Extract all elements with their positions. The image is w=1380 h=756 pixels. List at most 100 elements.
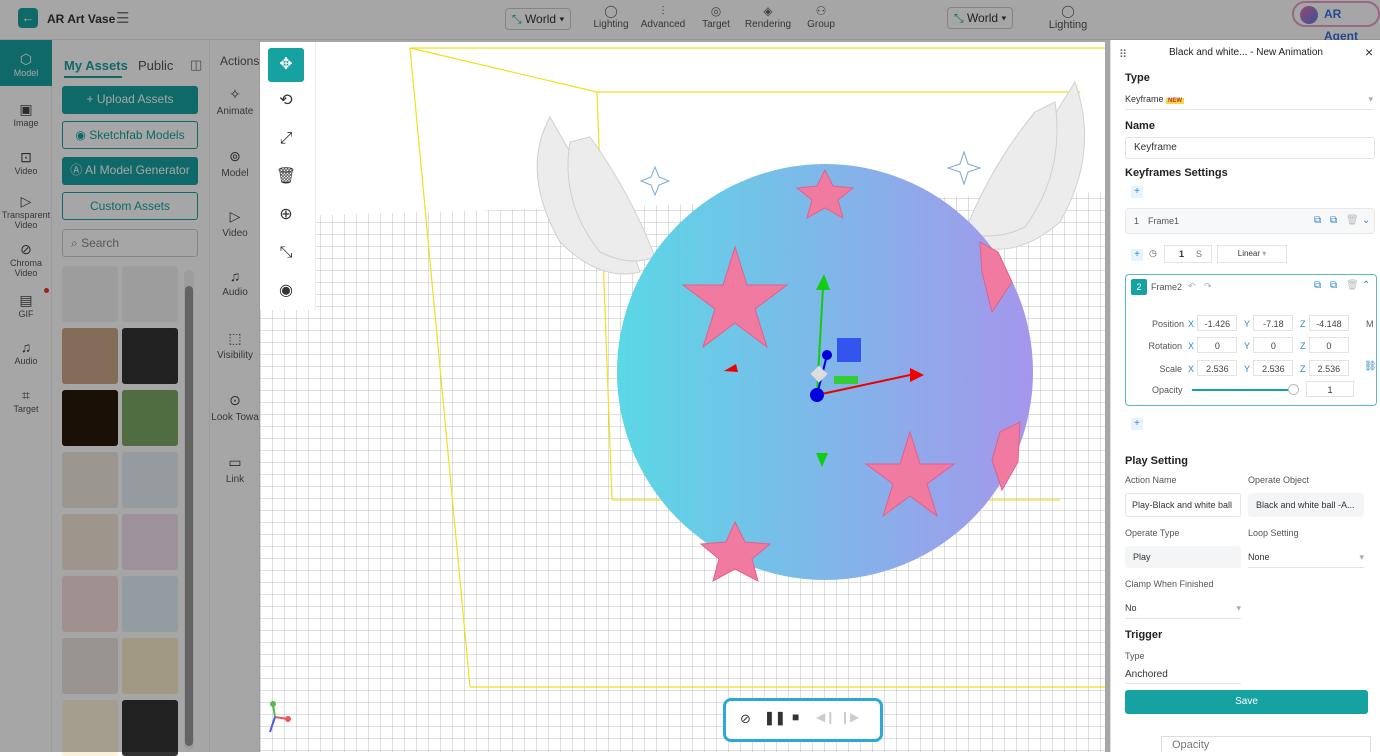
easing-select[interactable]: Linear ▾	[1217, 245, 1287, 263]
asset-thumb-cookie[interactable]	[62, 514, 118, 570]
trash-icon[interactable]: 🗑	[1346, 280, 1359, 291]
back-arrow-icon[interactable]: ←	[18, 8, 38, 28]
assets-scroll-thumb[interactable]	[185, 286, 193, 746]
custom-assets-button[interactable]: Custom Assets	[62, 192, 198, 220]
operate-object-field[interactable]: Black and white ball -A...	[1248, 493, 1364, 517]
save-button[interactable]: Save	[1125, 690, 1368, 714]
trigger-type-select[interactable]: Anchored	[1125, 666, 1241, 684]
asset-thumb-banana[interactable]	[62, 700, 118, 756]
opacity-slider[interactable]	[1192, 389, 1294, 391]
asset-thumb[interactable]	[62, 266, 118, 322]
asset-thumb-face[interactable]	[62, 328, 118, 384]
scale-tool-icon[interactable]: ⤢	[268, 122, 304, 156]
add-frame-icon[interactable]: +	[1131, 249, 1143, 261]
copy-icon[interactable]: ⧉	[1314, 280, 1321, 291]
opacity-slider-thumb[interactable]	[1288, 384, 1299, 395]
world-dropdown[interactable]: ⤡ World ▾	[505, 8, 572, 30]
toolbar-target[interactable]: ◎ Target	[692, 4, 740, 30]
loop-off-icon[interactable]: ⊘	[740, 711, 751, 727]
position-x[interactable]: X -1.426	[1188, 315, 1238, 331]
add-keyframe-icon[interactable]: +	[1131, 186, 1143, 198]
add-frame-icon[interactable]: +	[1131, 418, 1143, 430]
rail-image[interactable]: ▣ Image	[0, 101, 52, 129]
3d-viewport[interactable]	[260, 42, 1105, 752]
stop-icon[interactable]: ■	[792, 710, 799, 724]
action-link[interactable]: ▭ Link	[210, 454, 260, 485]
step-forward-icon[interactable]: ❙▶	[840, 710, 859, 724]
frame1-row[interactable]: 1 Frame1 ⧉ ⧉ 🗑 ⌄	[1125, 208, 1375, 234]
tab-public[interactable]: Public	[138, 58, 173, 73]
action-audio[interactable]: ♫ Audio	[210, 268, 260, 298]
step-back-icon[interactable]: ◀❙	[816, 710, 835, 724]
sketchfab-button[interactable]: ◉ Sketchfab Models	[62, 121, 198, 149]
rail-gif[interactable]: ▤ GIF	[0, 292, 52, 320]
trash-icon[interactable]: 🗑	[1346, 215, 1359, 226]
asset-thumb-ghost[interactable]	[122, 328, 178, 384]
ai-generator-button[interactable]: Ⓐ AI Model Generator	[62, 157, 198, 185]
toolbar-advanced[interactable]: ⫶ Advanced	[639, 4, 687, 30]
eye-icon[interactable]: ◉	[268, 274, 304, 308]
scale-y[interactable]: Y 2.536	[1244, 360, 1294, 376]
loop-select[interactable]: None ▾	[1248, 546, 1364, 568]
opacity-input[interactable]: 1	[1306, 381, 1354, 397]
asset-thumb-bottle[interactable]	[122, 576, 178, 632]
asset-thumb-steam[interactable]	[62, 638, 118, 694]
asset-thumb-strawberry[interactable]	[62, 576, 118, 632]
world-dropdown-2[interactable]: ⤡ World ▾	[947, 7, 1014, 29]
position-y[interactable]: Y -7.18	[1244, 315, 1294, 331]
rail-target[interactable]: ⌗ Target	[0, 387, 52, 415]
asset-thumb-lollipop[interactable]	[122, 700, 178, 756]
tab-my-assets[interactable]: My Assets	[64, 58, 128, 73]
upload-assets-button[interactable]: + Upload Assets	[62, 86, 198, 114]
rotation-y[interactable]: Y 0	[1244, 337, 1294, 353]
toolbar-rendering[interactable]: ◈ Rendering	[744, 4, 792, 30]
rail-video[interactable]: ⊡ Video	[0, 149, 52, 177]
asset-thumb-candy[interactable]	[122, 390, 178, 446]
frame2-card[interactable]: 2 Frame2 ↶ ↷ ⧉ ⧉ 🗑 ⌃ Position X -1.426 Y…	[1125, 274, 1377, 406]
toolbar-lighting[interactable]: ◯ Lighting	[587, 4, 635, 30]
clamp-select[interactable]: No ▾	[1125, 597, 1241, 619]
toolbar-lighting-2[interactable]: ◯ Lighting	[1044, 4, 1092, 31]
drag-handle-icon[interactable]: ⠿	[1119, 48, 1127, 61]
duration-input[interactable]: 1S	[1164, 245, 1212, 263]
rotation-x[interactable]: X 0	[1188, 337, 1238, 353]
fit-view-icon[interactable]: ⤡	[268, 236, 304, 270]
type-select[interactable]: Keyframe NEW ▾	[1125, 90, 1373, 110]
rotate-tool-icon[interactable]: ⟲	[268, 84, 304, 118]
search-input[interactable]: ⌕ Search	[62, 229, 198, 257]
copy-icon[interactable]: ⧉	[1314, 215, 1321, 226]
rail-transparent-video[interactable]: ▷ Transparent Video	[0, 193, 52, 231]
asset-thumb-poop[interactable]	[62, 452, 118, 508]
asset-thumb-ring[interactable]	[122, 638, 178, 694]
collapse-icon[interactable]: ◫	[190, 57, 202, 73]
action-video[interactable]: ▷ Video	[210, 208, 260, 239]
close-icon[interactable]: ×	[1365, 44, 1373, 60]
menu-icon[interactable]: ☰	[116, 9, 129, 27]
undo-icon[interactable]: ↶	[1188, 281, 1196, 292]
scale-z[interactable]: Z 2.536	[1300, 360, 1349, 376]
duplicate-icon[interactable]: ⧉	[1330, 215, 1337, 226]
action-name-input[interactable]: Play-Black and white ball	[1125, 493, 1241, 517]
focus-icon[interactable]: ⊕	[268, 198, 304, 232]
rail-audio[interactable]: ♫ Audio	[0, 339, 52, 367]
asset-thumb-box[interactable]	[122, 452, 178, 508]
toolbar-group[interactable]: ⚇ Group	[797, 4, 845, 30]
scale-x[interactable]: X 2.536	[1188, 360, 1238, 376]
redo-icon[interactable]: ↷	[1204, 281, 1212, 292]
action-model[interactable]: ⊚ Model	[210, 148, 260, 179]
operate-type-field[interactable]: Play	[1125, 546, 1241, 568]
move-tool-icon[interactable]: ✥	[268, 48, 304, 82]
chevron-down-icon[interactable]: ⌄	[1362, 215, 1370, 226]
rail-model[interactable]: ⬡ Model	[0, 51, 52, 79]
trash-icon[interactable]: 🗑	[268, 160, 304, 194]
action-visibility[interactable]: ⬚ Visibility	[210, 330, 260, 361]
chevron-up-icon[interactable]: ⌃	[1362, 280, 1370, 291]
asset-thumb-donut[interactable]	[122, 514, 178, 570]
name-input[interactable]: Keyframe	[1125, 137, 1375, 159]
duplicate-icon[interactable]: ⧉	[1330, 280, 1337, 291]
action-animate[interactable]: ✧ Animate	[210, 86, 260, 117]
pause-icon[interactable]: ❚❚	[764, 710, 786, 726]
position-z[interactable]: Z -4.148	[1300, 315, 1349, 331]
link-scale-icon[interactable]: ⛓	[1364, 361, 1377, 372]
asset-thumb-pumpkin[interactable]	[62, 390, 118, 446]
